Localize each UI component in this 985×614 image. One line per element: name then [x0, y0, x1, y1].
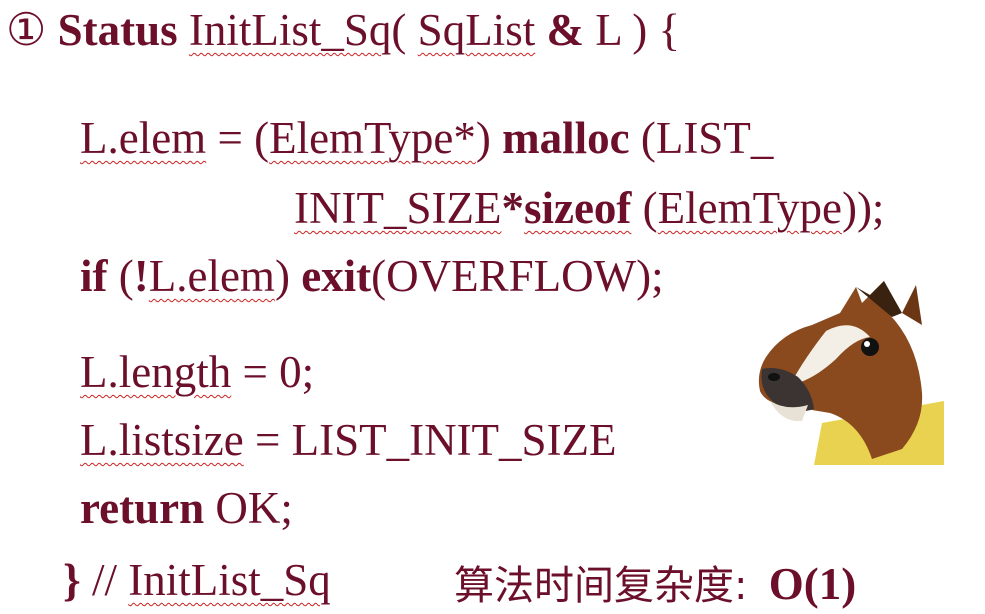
sizeof-keyword: sizeof [523, 183, 632, 233]
param-name: L [595, 5, 622, 55]
horse-head-mask-icon [758, 281, 944, 465]
code-line-3: INIT_SIZE*sizeof (ElemType)); [294, 183, 885, 233]
code-line-2: L.elem = (ElemType*) malloc (LIST_ [80, 113, 774, 163]
listsize-field: L.listsize [80, 415, 244, 465]
if-keyword: if [80, 251, 108, 301]
elem-check: L.elem [148, 251, 275, 301]
param-type: SqList [417, 5, 536, 55]
closing-brace: } [63, 555, 81, 605]
malloc-keyword: malloc [502, 113, 630, 163]
elem-type: ElemType [657, 183, 842, 233]
function-name: InitList_Sq [188, 5, 392, 55]
return-keyword: return [80, 483, 205, 533]
reference-operator: & [546, 5, 584, 55]
exit-keyword: exit [301, 251, 372, 301]
init-size-constant: INIT_SIZE [294, 183, 502, 233]
code-line-8: } // InitList_Sq [63, 558, 331, 603]
complexity-note: 算法时间复杂度: O(1) [454, 562, 856, 607]
comment-marker: // [91, 555, 117, 605]
code-line-7: return OK; [80, 483, 293, 533]
cast-type: ElemType* [269, 113, 476, 163]
complexity-value: O(1) [768, 559, 857, 609]
code-line-4: if (!L.elem) exit(OVERFLOW); [80, 251, 664, 301]
complexity-label: 算法时间复杂度: [454, 563, 748, 609]
code-line-6: L.listsize = LIST_INIT_SIZE [80, 415, 617, 465]
return-type-keyword: Status [57, 5, 178, 55]
circled-number: ① [6, 5, 47, 55]
comment-function-name: InitList_Sq [128, 555, 331, 605]
code-line-5: L.length = 0; [80, 347, 315, 397]
length-field: L.length [80, 347, 232, 397]
elem-field: L.elem [80, 113, 207, 163]
code-line-1: ① Status InitList_Sq( SqList & L ) { [6, 5, 681, 55]
